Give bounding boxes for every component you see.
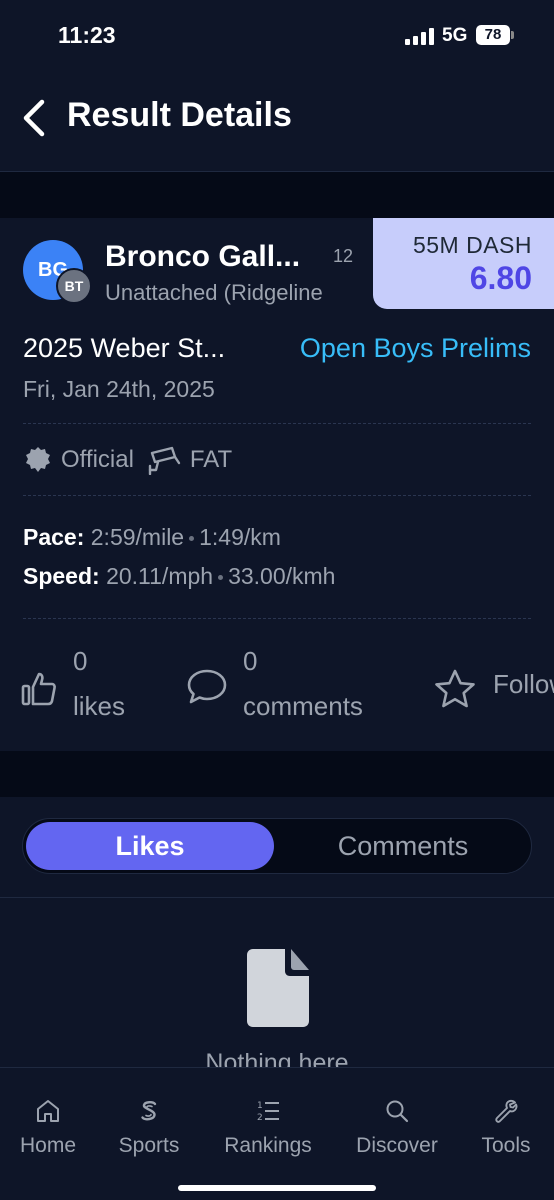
comments-label: comments	[243, 691, 363, 721]
timing-badge: FAT	[189, 446, 233, 473]
official-badge: Official	[61, 446, 134, 473]
meet-name[interactable]: 2025 Weber St...	[23, 333, 263, 364]
event-name: 55M DASH	[412, 232, 532, 258]
divider	[23, 618, 531, 619]
nav-tools[interactable]: Tools	[451, 1098, 554, 1158]
tab-likes[interactable]: Likes	[26, 822, 274, 870]
nav-sports-label: Sports	[118, 1134, 180, 1157]
likes-label: likes	[73, 691, 126, 721]
status-bar: 11:23 5G 78	[0, 0, 554, 70]
athlete-team[interactable]: Unattached (Ridgeline	[105, 280, 370, 306]
athlete-grade: 12	[333, 246, 354, 266]
camera-icon	[148, 446, 181, 475]
svg-text:1: 1	[257, 1101, 263, 1111]
follow-label: Follow	[493, 669, 554, 699]
bottom-nav: Home Sports 1 2 Rankings Discover Tools	[0, 1067, 554, 1200]
search-icon	[386, 1100, 409, 1123]
pace-label: Pace:	[23, 524, 85, 550]
race-link[interactable]: Open Boys Prelims	[300, 333, 531, 364]
divider	[0, 897, 554, 898]
nav-discover[interactable]: Discover	[342, 1098, 452, 1158]
nav-home-label: Home	[19, 1134, 77, 1157]
nav-discover-label: Discover	[356, 1134, 438, 1157]
wrench-icon	[495, 1099, 518, 1123]
status-time: 11:23	[58, 22, 116, 48]
thumbs-up-icon	[21, 672, 56, 706]
team-avatar: BT	[56, 268, 92, 304]
network-type: 5G	[442, 25, 468, 46]
comment-icon	[187, 669, 227, 704]
nav-home[interactable]: Home	[0, 1098, 103, 1158]
pace-per-mile: 2:59/mile	[90, 524, 185, 550]
nav-bar: Result Details	[0, 70, 554, 172]
tabs-section: Likes Comments Nothing here	[0, 797, 554, 1077]
pace-stat: Pace: 2:59/mile 1:49/km	[23, 524, 281, 551]
meet-date: Fri, Jan 24th, 2025	[23, 376, 215, 402]
nav-tools-label: Tools	[481, 1134, 531, 1157]
back-icon[interactable]	[20, 98, 50, 138]
rankings-icon: 1 2	[257, 1101, 279, 1123]
sports-icon	[141, 1101, 157, 1121]
tab-comments[interactable]: Comments	[278, 822, 528, 870]
speed-mph: 20.11/mph	[106, 563, 214, 589]
tab-switch: Likes Comments	[22, 818, 532, 874]
like-button[interactable]: 0 likes	[20, 646, 160, 736]
nav-sports[interactable]: Sports	[94, 1098, 204, 1158]
battery-cap	[511, 31, 514, 39]
comment-button[interactable]: 0 comments	[186, 646, 396, 736]
page-title: Result Details	[67, 96, 292, 134]
speed-kmh: 33.00/kmh	[228, 563, 336, 589]
nav-rankings[interactable]: 1 2 Rankings	[213, 1098, 323, 1158]
home-icon	[37, 1100, 59, 1122]
divider	[23, 423, 531, 424]
speed-stat: Speed: 20.11/mph 33.00/kmh	[23, 563, 335, 590]
athlete-name[interactable]: Bronco Gall...	[105, 240, 320, 274]
event-result-box: 55M DASH 6.80	[373, 218, 554, 309]
star-icon	[435, 669, 475, 708]
divider	[23, 495, 531, 496]
home-indicator	[178, 1185, 376, 1191]
comments-count: 0	[243, 646, 258, 676]
battery-icon: 78	[476, 25, 510, 45]
follow-button[interactable]: Follow	[433, 646, 554, 736]
result-mark: 6.80	[469, 260, 532, 296]
speed-label: Speed:	[23, 563, 100, 589]
signal-icon	[405, 28, 434, 45]
likes-count: 0	[73, 646, 88, 676]
nav-rankings-label: Rankings	[224, 1134, 312, 1157]
result-card: BG BT Bronco Gall... 12 Unattached (Ridg…	[0, 218, 554, 751]
badge-row: Official FAT	[23, 442, 232, 478]
pace-per-km: 1:49/km	[199, 524, 281, 550]
svg-text:2: 2	[257, 1113, 263, 1123]
verified-badge-icon	[26, 447, 50, 472]
empty-document-icon	[247, 949, 309, 1027]
